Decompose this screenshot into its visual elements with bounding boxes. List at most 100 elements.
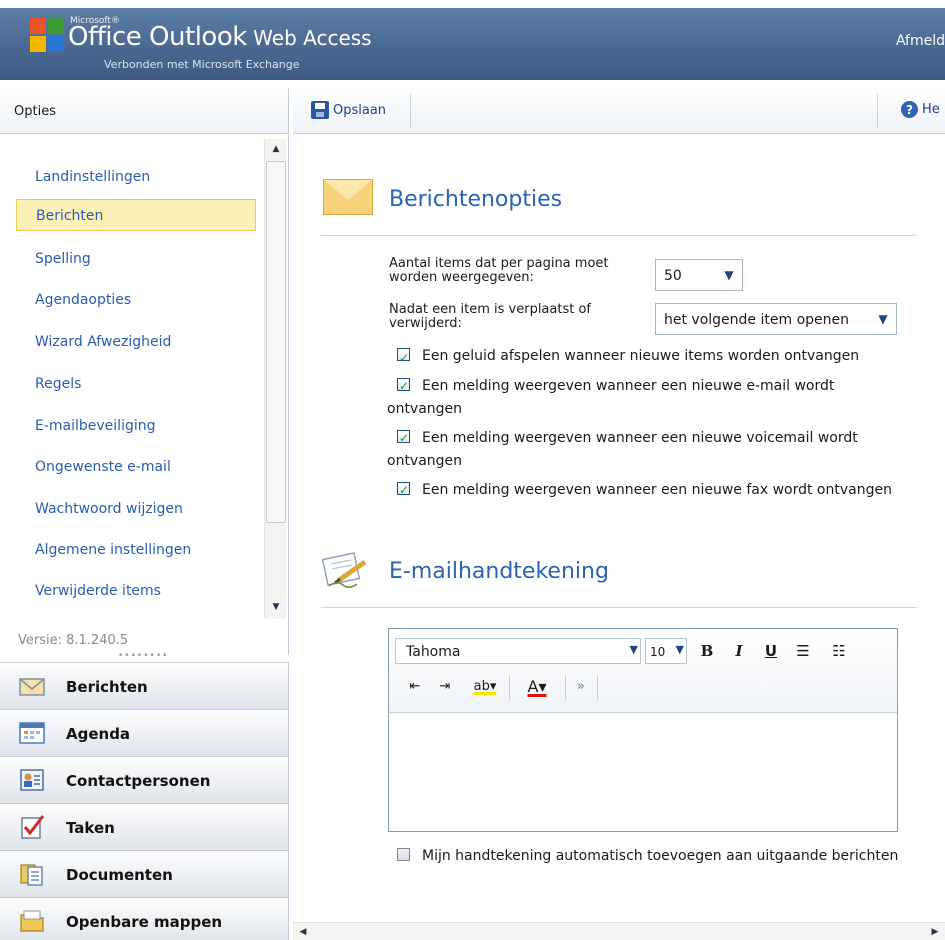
checkbox-label: Een melding weergeven wanneer een nieuwe…: [387, 430, 858, 469]
font-value: Tahoma: [406, 644, 461, 660]
module-taken[interactable]: Taken: [0, 803, 289, 851]
checkbox-row: Een melding weergeven wanneer een nieuwe…: [387, 479, 907, 502]
signout-link[interactable]: Afmeld: [896, 33, 945, 49]
nav-item-landinstellingen[interactable]: Landinstellingen: [16, 161, 256, 193]
version-text: Versie: 8.1.240.5: [18, 633, 129, 648]
nav-scrollbar[interactable]: ▲ ▼: [264, 139, 286, 619]
numbered-list-icon[interactable]: ☷: [827, 639, 851, 663]
chevron-down-icon: ▼: [724, 268, 734, 282]
signature-editor: Tahoma ▼ 10 ▼ B I U ☰ ☷ ⇤ ⇥ ab▾ A▾ »: [388, 628, 898, 832]
nav-item-algemene-instellingen[interactable]: Algemene instellingen: [16, 534, 256, 566]
highlight-icon[interactable]: ab▾: [463, 675, 507, 699]
checkbox-row: Een melding weergeven wanneer een nieuwe…: [387, 427, 907, 473]
nav-item-emailbeveiliging[interactable]: E-mailbeveiliging: [16, 410, 256, 442]
toolbar-divider: [565, 675, 566, 701]
module-label: Agenda: [66, 725, 131, 743]
help-button[interactable]: ? He: [901, 101, 940, 118]
nav-item-spelling[interactable]: Spelling: [16, 243, 256, 275]
after-move-value: het volgende item openen: [664, 312, 849, 328]
options-title: Opties: [14, 104, 56, 119]
nav-item-agendaopties[interactable]: Agendaopties: [16, 284, 256, 316]
section-title-berichtenopties: Berichtenopties: [389, 187, 563, 212]
module-openbare-mappen[interactable]: Openbare mappen: [0, 897, 289, 940]
resize-grip-icon[interactable]: ••••••••: [118, 651, 168, 661]
module-label: Contactpersonen: [66, 772, 211, 790]
auto-signature-checkbox[interactable]: [397, 848, 410, 861]
documents-icon: [20, 864, 43, 886]
module-label: Documenten: [66, 866, 173, 884]
signature-icon: [321, 552, 367, 588]
toolbar-divider: [509, 675, 510, 701]
underline-button[interactable]: U: [759, 639, 783, 663]
tasks-icon: [21, 815, 45, 839]
module-label: Taken: [66, 819, 115, 837]
contacts-icon: [20, 769, 44, 791]
outdent-icon[interactable]: ⇤: [403, 675, 427, 699]
checkbox-label: Een melding weergeven wanneer een nieuwe…: [422, 482, 892, 498]
scroll-right-icon[interactable]: ▶: [927, 924, 943, 940]
bold-button[interactable]: B: [695, 639, 719, 663]
voicemail-alert-checkbox[interactable]: [397, 427, 410, 450]
section-divider: [321, 607, 917, 608]
app-subtitle: Verbonden met Microsoft Exchange: [104, 58, 300, 71]
save-label: Opslaan: [333, 102, 387, 118]
toolbar-divider: [597, 675, 598, 701]
options-header: Opties: [0, 88, 289, 134]
folder-icon: [20, 910, 44, 932]
nav-item-verwijderde-items[interactable]: Verwijderde items: [16, 575, 256, 607]
toolbar-divider: [877, 94, 878, 128]
scroll-up-icon[interactable]: ▲: [268, 141, 284, 157]
more-options-icon[interactable]: »: [569, 675, 593, 699]
nav-item-regels[interactable]: Regels: [16, 368, 256, 400]
nav-item-wachtwoord-wijzigen[interactable]: Wachtwoord wijzigen: [16, 493, 256, 525]
nav-item-wizard-afwezigheid[interactable]: Wizard Afwezigheid: [16, 326, 256, 358]
chevron-down-icon: ▼: [878, 312, 888, 326]
email-alert-checkbox[interactable]: [397, 375, 410, 398]
scroll-down-icon[interactable]: ▼: [268, 599, 284, 615]
font-select[interactable]: Tahoma ▼: [395, 638, 641, 664]
after-move-select[interactable]: het volgende item openen ▼: [655, 303, 897, 335]
office-logo-icon: [30, 18, 66, 54]
items-per-page-value: 50: [664, 268, 682, 284]
options-nav: Landinstellingen Berichten Spelling Agen…: [0, 135, 289, 661]
checkbox-row: Mijn handtekening automatisch toevoegen …: [387, 845, 907, 868]
items-per-page-label: Aantal items dat per pagina moet worden …: [389, 256, 609, 285]
fax-alert-checkbox[interactable]: [397, 479, 410, 502]
font-size-select[interactable]: 10 ▼: [645, 638, 687, 664]
save-button[interactable]: Opslaan: [311, 101, 386, 119]
scroll-left-icon[interactable]: ◀: [295, 924, 311, 940]
bullet-list-icon[interactable]: ☰: [791, 639, 815, 663]
font-color-icon[interactable]: A▾: [515, 675, 559, 699]
module-documenten[interactable]: Documenten: [0, 850, 289, 898]
module-bar: Berichten Agenda Contactpersonen Taken D…: [0, 662, 289, 940]
help-label: He: [922, 102, 940, 117]
nav-item-berichten[interactable]: Berichten: [16, 199, 256, 231]
indent-icon[interactable]: ⇥: [433, 675, 457, 699]
module-berichten[interactable]: Berichten: [0, 662, 289, 710]
checkbox-row: Een geluid afspelen wanneer nieuwe items…: [387, 343, 907, 371]
italic-button[interactable]: I: [727, 639, 751, 663]
main-toolbar: Opslaan ? He: [293, 88, 945, 134]
checkbox-label: Mijn handtekening automatisch toevoegen …: [422, 848, 899, 864]
chevron-down-icon: ▼: [629, 643, 638, 656]
help-icon: ?: [901, 101, 918, 118]
calendar-icon: [19, 722, 45, 744]
font-size-value: 10: [650, 645, 666, 659]
mail-icon: [19, 678, 45, 696]
module-contactpersonen[interactable]: Contactpersonen: [0, 756, 289, 804]
main-horizontal-scrollbar[interactable]: ◀ ▶: [293, 922, 945, 940]
save-icon: [311, 101, 329, 119]
editor-toolbar: Tahoma ▼ 10 ▼ B I U ☰ ☷ ⇤ ⇥ ab▾ A▾ »: [389, 629, 897, 713]
checkbox-label: Een melding weergeven wanneer een nieuwe…: [387, 378, 835, 417]
envelope-icon: [323, 179, 373, 215]
items-per-page-select[interactable]: 50 ▼: [655, 259, 743, 291]
checkbox-label: Een geluid afspelen wanneer nieuwe items…: [422, 348, 860, 364]
module-agenda[interactable]: Agenda: [0, 709, 289, 757]
nav-item-ongewenste-email[interactable]: Ongewenste e-mail: [16, 451, 256, 483]
after-move-label: Nadat een item is verplaatst of verwijde…: [389, 302, 591, 331]
module-label: Berichten: [66, 678, 148, 696]
module-label: Openbare mappen: [66, 913, 223, 931]
sound-checkbox[interactable]: [397, 345, 410, 371]
scroll-thumb[interactable]: [266, 161, 286, 523]
options-content: Berichtenopties Aantal items dat per pag…: [293, 135, 945, 940]
